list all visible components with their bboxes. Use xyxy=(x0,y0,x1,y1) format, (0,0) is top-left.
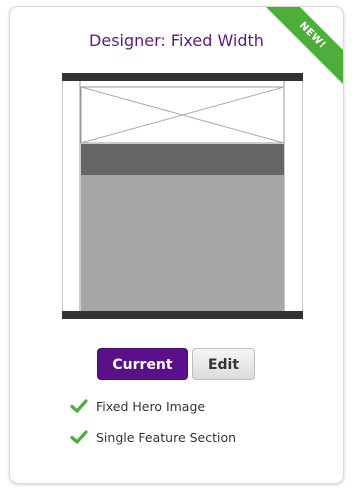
feature-list: Fixed Hero Image Single Feature Section xyxy=(70,395,236,457)
feature-section-band xyxy=(81,144,284,175)
current-button[interactable]: Current xyxy=(97,348,188,380)
card-title: Designer: Fixed Width xyxy=(89,31,264,50)
layout-preview-graphic xyxy=(62,73,303,319)
preview-header-bar xyxy=(62,73,303,81)
action-buttons: Current Edit xyxy=(97,348,255,380)
feature-item: Single Feature Section xyxy=(70,426,236,448)
check-icon xyxy=(70,430,88,444)
edit-button[interactable]: Edit xyxy=(192,348,255,380)
layout-preview xyxy=(62,73,303,319)
feature-item: Fixed Hero Image xyxy=(70,395,236,417)
check-icon xyxy=(70,399,88,413)
feature-label: Single Feature Section xyxy=(96,429,237,445)
content-area xyxy=(81,175,284,311)
theme-card: NEW! Designer: Fixed Width Current Edit xyxy=(9,6,344,484)
feature-label: Fixed Hero Image xyxy=(96,398,206,414)
preview-footer-bar xyxy=(62,311,303,319)
